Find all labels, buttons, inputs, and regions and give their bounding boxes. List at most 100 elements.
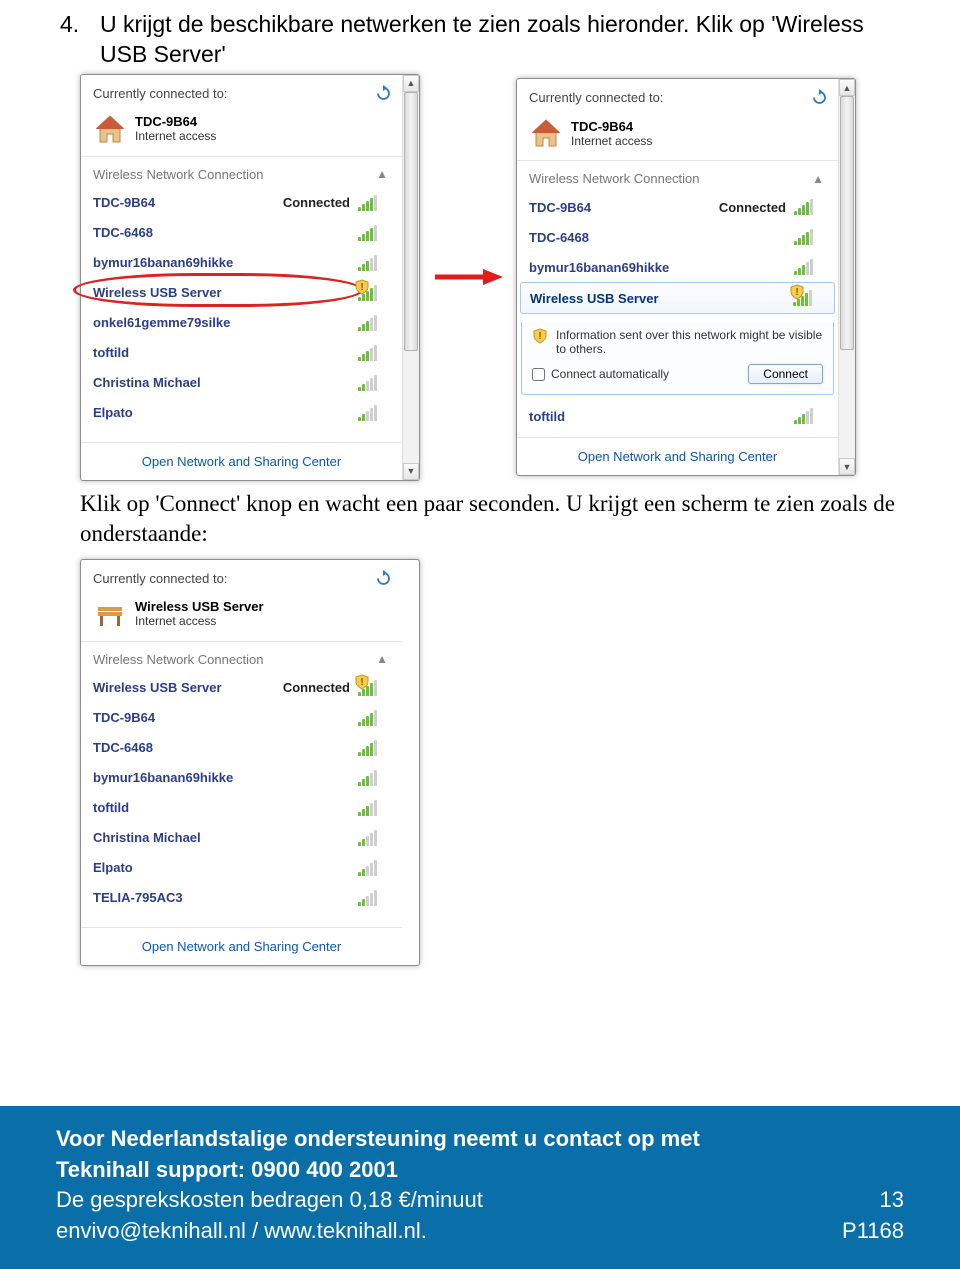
network-signal: Connected!: [283, 680, 380, 696]
network-signal: [358, 375, 380, 391]
flyout-header: Currently connected to:: [529, 90, 663, 105]
open-sharing-center-link[interactable]: Open Network and Sharing Center: [81, 927, 402, 965]
connected-label: Connected: [283, 680, 350, 695]
network-item[interactable]: Elpato: [81, 853, 402, 883]
network-signal: !: [793, 290, 815, 306]
current-name: TDC-9B64: [571, 119, 652, 134]
scroll-down-icon[interactable]: ▼: [403, 463, 419, 480]
network-item[interactable]: Wireless USB Server!: [81, 278, 402, 308]
open-sharing-center-link[interactable]: Open Network and Sharing Center: [81, 442, 402, 480]
network-name: Elpato: [93, 860, 133, 875]
network-item[interactable]: Elpato: [81, 398, 402, 428]
refresh-icon[interactable]: [375, 85, 392, 102]
network-flyout: Currently connected to: Wireless USB Serv…: [80, 559, 420, 966]
network-signal: [358, 225, 380, 241]
section-header[interactable]: Wireless Network Connection▲: [81, 646, 402, 671]
step-body: U krijgt de beschikbare netwerken te zie…: [100, 10, 900, 70]
network-item[interactable]: TDC-6468: [81, 733, 402, 763]
arrow-icon: [428, 267, 508, 287]
refresh-icon[interactable]: [811, 89, 828, 106]
network-item[interactable]: Wireless USB ServerConnected!: [81, 673, 402, 703]
network-name: TDC-9B64: [529, 200, 591, 215]
network-item[interactable]: toftild: [81, 793, 402, 823]
network-item[interactable]: Christina Michael: [81, 823, 402, 853]
scroll-up-icon[interactable]: ▲: [839, 79, 855, 96]
network-item[interactable]: Christina Michael: [81, 368, 402, 398]
current-connection[interactable]: Wireless USB ServerInternet access: [81, 595, 402, 642]
page-footer: Voor Nederlandstalige ondersteuning neem…: [0, 1106, 960, 1269]
footer-line4a: envivo@teknihall.nl / www.teknihall.nl.: [56, 1216, 427, 1247]
network-item[interactable]: Wireless USB Server!: [520, 282, 835, 314]
current-sub: Internet access: [135, 614, 264, 628]
network-item[interactable]: TDC-9B64 Connected: [517, 192, 838, 222]
current-connection[interactable]: TDC-9B64Internet access: [81, 110, 402, 157]
network-signal: [358, 890, 380, 906]
network-name: Christina Michael: [93, 830, 201, 845]
auto-connect-checkbox[interactable]: Connect automatically: [532, 367, 669, 381]
network-item[interactable]: TDC-9B64Connected: [81, 188, 402, 218]
network-item[interactable]: TELIA-795AC3: [81, 883, 402, 913]
network-name: toftild: [529, 409, 565, 424]
scroll-up-icon[interactable]: ▲: [403, 75, 419, 92]
connection-icon: [93, 112, 127, 146]
current-connection[interactable]: TDC-9B64Internet access: [517, 114, 838, 161]
network-name: TDC-9B64: [93, 710, 155, 725]
network-name: TELIA-795AC3: [93, 890, 183, 905]
current-name: Wireless USB Server: [135, 599, 264, 614]
network-item[interactable]: TDC-9B64: [81, 703, 402, 733]
section-header[interactable]: Wireless Network Connection▲: [517, 165, 838, 190]
network-name: TDC-6468: [93, 225, 153, 240]
scrollbar[interactable]: ▲▼: [402, 75, 419, 480]
network-signal: [358, 770, 380, 786]
network-name: TDC-6468: [93, 740, 153, 755]
section-header[interactable]: Wireless Network Connection▲: [81, 161, 402, 186]
scrollbar[interactable]: ▲▼: [838, 79, 855, 475]
network-item[interactable]: TDC-6468: [81, 218, 402, 248]
network-item[interactable]: bymur16banan69hikke: [81, 248, 402, 278]
connect-button[interactable]: Connect: [748, 364, 823, 384]
open-sharing-center-link[interactable]: Open Network and Sharing Center: [517, 437, 838, 475]
network-flyout: Currently connected to: TDC-9B64Internet …: [80, 74, 420, 481]
footer-page-num: 13: [880, 1185, 904, 1216]
footer-code: P1168: [842, 1216, 904, 1247]
flyout-header: Currently connected to:: [93, 86, 227, 101]
network-signal: [358, 830, 380, 846]
network-name: bymur16banan69hikke: [93, 255, 233, 270]
network-item[interactable]: toftild: [81, 338, 402, 368]
network-name: toftild: [93, 345, 129, 360]
scroll-down-icon[interactable]: ▼: [839, 458, 855, 475]
connection-icon: [93, 597, 127, 631]
svg-text:!: !: [360, 282, 363, 293]
chevron-up-icon: ▲: [376, 652, 388, 666]
current-sub: Internet access: [135, 129, 216, 143]
network-item[interactable]: bymur16banan69hikke: [517, 252, 838, 282]
network-signal: [358, 315, 380, 331]
svg-text:!: !: [795, 287, 798, 298]
network-signal: [358, 800, 380, 816]
connection-icon: [529, 116, 563, 150]
network-name: TDC-6468: [529, 230, 589, 245]
network-name: Wireless USB Server: [530, 291, 659, 306]
network-signal: [794, 229, 816, 245]
info-text: Information sent over this network might…: [556, 328, 823, 356]
svg-text:!: !: [360, 677, 363, 688]
network-name: bymur16banan69hikke: [529, 260, 669, 275]
step-number: 4.: [60, 10, 100, 70]
network-name: toftild: [93, 800, 129, 815]
network-item[interactable]: bymur16banan69hikke: [81, 763, 402, 793]
network-name: Elpato: [93, 405, 133, 420]
network-name: bymur16banan69hikke: [93, 770, 233, 785]
chevron-up-icon: ▲: [376, 167, 388, 181]
network-signal: Connected: [719, 199, 816, 215]
mid-paragraph: Klik op 'Connect' knop en wacht een paar…: [0, 485, 960, 549]
network-name: Christina Michael: [93, 375, 201, 390]
refresh-icon[interactable]: [375, 570, 392, 587]
flyout-header: Currently connected to:: [93, 571, 227, 586]
network-item[interactable]: TDC-6468: [517, 222, 838, 252]
network-expand: !Information sent over this network migh…: [521, 322, 834, 395]
network-item[interactable]: toftild: [517, 401, 838, 431]
network-name: Wireless USB Server: [93, 285, 222, 300]
footer-line2: Teknihall support: 0900 400 2001: [56, 1155, 904, 1186]
network-item[interactable]: onkel61gemme79silke: [81, 308, 402, 338]
network-signal: !: [358, 285, 380, 301]
